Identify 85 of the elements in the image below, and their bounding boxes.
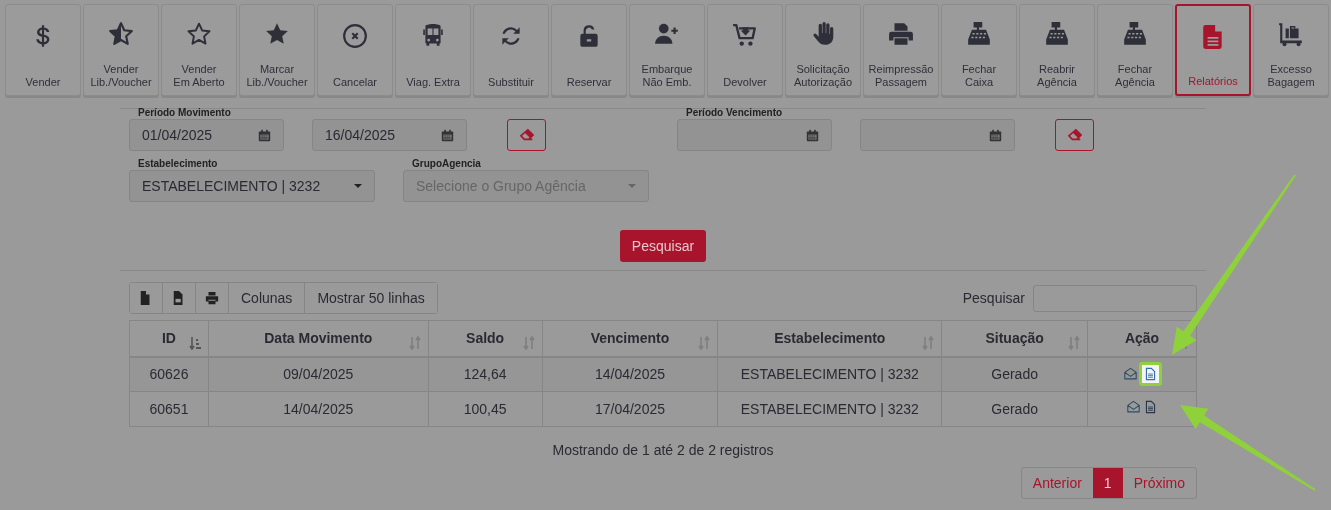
bus-icon: [420, 23, 446, 49]
column-header[interactable]: Saldo: [428, 320, 543, 357]
cancel-icon: [342, 23, 368, 49]
toolbar-button[interactable]: Cancelar: [317, 4, 393, 96]
cash-register-icon: [1122, 21, 1148, 47]
envelope-open-icon[interactable]: [1125, 398, 1143, 416]
records-info: Mostrando de 1 até 2 de 2 registros: [552, 442, 774, 458]
toolbar-button[interactable]: Vender Em Aberto: [161, 4, 237, 96]
date-field[interactable]: [860, 119, 1015, 151]
toolbar-button[interactable]: Reabrir Agência: [1019, 4, 1095, 96]
field-label: Estabelecimento: [137, 158, 219, 169]
printer-icon: [205, 291, 219, 305]
sort-icon: [188, 336, 202, 351]
luggage-cart-icon: [1278, 21, 1304, 47]
toolbar-button[interactable]: Marcar Lib./Voucher: [239, 4, 315, 96]
date-field[interactable]: 01/04/2025: [129, 119, 284, 151]
toolbar-button[interactable]: Fechar Caixa: [941, 4, 1017, 96]
pdf-file-icon: [172, 291, 186, 305]
table-cell: 14/04/2025: [542, 356, 718, 392]
caret-icon: [628, 184, 636, 188]
printer-icon: [888, 21, 914, 47]
toolbar-button[interactable]: Reservar: [551, 4, 627, 96]
field-label: Período Vencimento: [685, 107, 784, 118]
clear-button[interactable]: [1055, 119, 1094, 151]
star-icon: [264, 21, 290, 47]
cash-register-icon: [1044, 21, 1070, 47]
table-cell: ESTABELECIMENTO | 3232: [717, 391, 942, 427]
calendar-icon: [258, 128, 271, 142]
sort-icon: [1068, 336, 1082, 351]
clear-button[interactable]: [507, 119, 546, 151]
field-label: Período Movimento: [137, 107, 232, 118]
sort-icon: [522, 336, 536, 351]
column-header[interactable]: Estabelecimento: [717, 320, 942, 357]
document-icon[interactable]: [1139, 361, 1163, 386]
toolbar-button[interactable]: Relatórios: [1175, 4, 1251, 96]
table-cell: 14/04/2025: [208, 391, 429, 427]
table-cell: Gerado: [941, 391, 1088, 427]
select-field[interactable]: ESTABELECIMENTO | 3232: [129, 170, 375, 202]
date-field[interactable]: [677, 119, 832, 151]
sort-icon: [698, 336, 712, 351]
toolbar-button[interactable]: Vender: [5, 4, 81, 96]
page-button[interactable]: Anterior: [1021, 468, 1093, 498]
table-cell: 60626: [129, 356, 209, 392]
table-cell: 09/04/2025: [208, 356, 429, 392]
page-button[interactable]: 1: [1092, 468, 1123, 498]
toolbar-button[interactable]: Embarque Não Emb.: [629, 4, 705, 96]
table-cell: ESTABELECIMENTO | 3232: [717, 356, 942, 392]
search-label: Pesquisar: [962, 288, 1025, 308]
user-plus-icon: [654, 21, 680, 47]
date-field[interactable]: 16/04/2025: [312, 119, 467, 151]
caret-icon: [354, 184, 362, 188]
toolbar-button[interactable]: Excesso Bagagem: [1253, 4, 1329, 96]
export-button[interactable]: [130, 283, 163, 313]
toolbar-button[interactable]: Substituir: [473, 4, 549, 96]
toolbar-button[interactable]: Devolver: [707, 4, 783, 96]
sort-icon: [922, 336, 936, 351]
page-button[interactable]: Próximo: [1122, 468, 1196, 498]
table-cell: 17/04/2025: [542, 391, 718, 427]
toolbar-button[interactable]: Viag. Extra: [395, 4, 471, 96]
sort-icon: [408, 336, 422, 351]
column-header[interactable]: Situação: [941, 320, 1088, 357]
column-header[interactable]: ID: [129, 320, 209, 357]
calendar-icon: [441, 128, 454, 142]
toolbar-button[interactable]: Fechar Agência: [1097, 4, 1173, 96]
field-label: GrupoAgencia: [411, 158, 482, 169]
eraser-icon: [519, 128, 534, 142]
table-cell: 124,64: [428, 356, 543, 392]
toolbar-button[interactable]: Reimpressão Passagem: [863, 4, 939, 96]
toolbar-button[interactable]: Vender Lib./Voucher: [83, 4, 159, 96]
column-header[interactable]: Vencimento: [542, 320, 718, 357]
search-button[interactable]: Pesquisar: [619, 230, 707, 262]
star-outline-icon: [186, 21, 212, 47]
star-icon: [108, 21, 134, 47]
cash-register-icon: [966, 21, 992, 47]
table-cell: Gerado: [941, 356, 1088, 392]
table-cell: 60651: [129, 391, 209, 427]
calendar-icon: [806, 128, 819, 142]
column-header[interactable]: Data Movimento: [208, 320, 429, 357]
table-cell: 100,45: [428, 391, 543, 427]
calendar-icon: [989, 128, 1002, 142]
search-field[interactable]: [1033, 284, 1197, 312]
eraser-icon: [1067, 128, 1082, 142]
toolbar-button[interactable]: Solicitação Autorização: [785, 4, 861, 96]
cart-icon: [732, 23, 758, 49]
file-icon: [139, 291, 153, 305]
